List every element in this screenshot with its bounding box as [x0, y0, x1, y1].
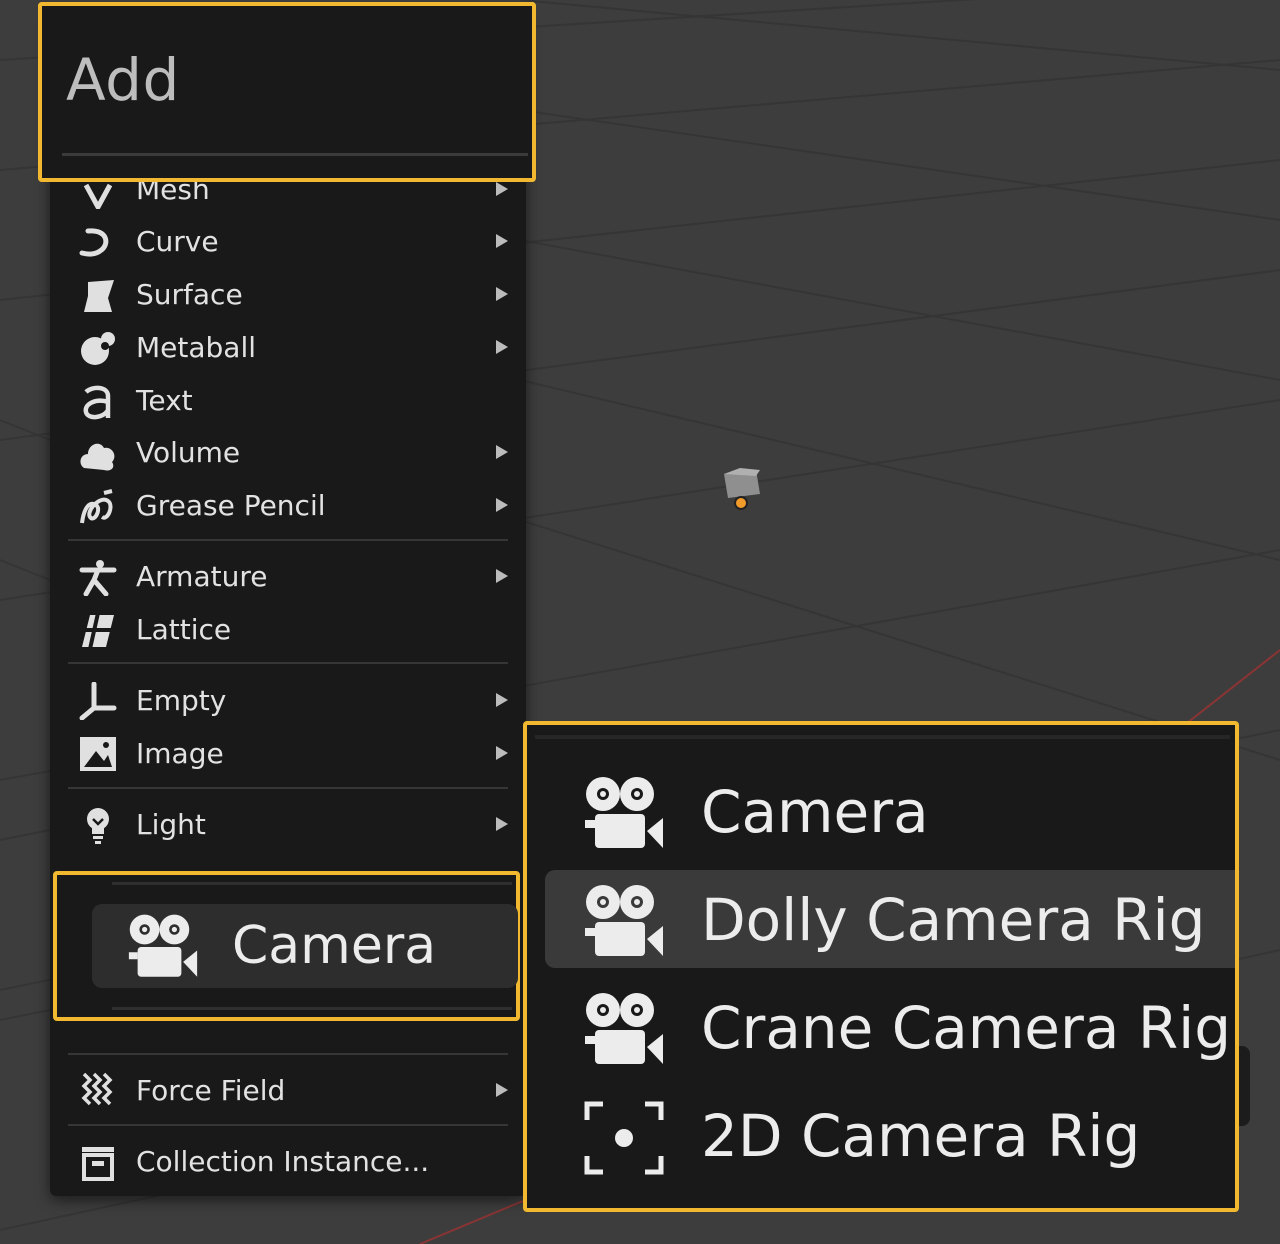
menu-item-curve[interactable]: Curve [68, 218, 508, 264]
submenu-arrow-icon [496, 817, 508, 831]
menu-item-label: Empty [136, 684, 227, 717]
menu-item-label: Metaball [136, 331, 257, 364]
menu-item-metaball[interactable]: Metaball [68, 324, 508, 370]
lattice-icon [78, 611, 118, 649]
submenu-item-camera[interactable]: Camera [545, 762, 1235, 860]
menu-item-label: Text [136, 384, 193, 417]
origin-point [734, 496, 748, 510]
camera-icon [581, 882, 667, 962]
menu-item-surface[interactable]: Surface [68, 271, 508, 317]
metaball-icon [78, 329, 118, 367]
menu-item-label: Image [136, 737, 224, 770]
menu-item-lattice[interactable]: Lattice [68, 606, 508, 652]
menu-item-collection-instance[interactable]: Collection Instance... [68, 1138, 508, 1184]
menu-separator [68, 1053, 508, 1055]
title-highlight-border [38, 2, 536, 182]
submenu-item-2d-camera-rig[interactable]: 2D Camera Rig [545, 1086, 1235, 1184]
submenu-item-label: Dolly Camera Rig [701, 886, 1206, 954]
surface-icon [78, 276, 118, 314]
submenu-item-crane-camera-rig[interactable]: Crane Camera Rig [545, 978, 1235, 1076]
submenu-arrow-icon [496, 693, 508, 707]
submenu-item-dolly-camera-rig[interactable]: Dolly Camera Rig [545, 870, 1235, 968]
menu-item-label: Camera [232, 916, 437, 976]
submenu-arrow-icon [496, 569, 508, 583]
menu-separator [68, 539, 508, 541]
camera-icon [581, 990, 667, 1070]
submenu-arrow-icon [496, 287, 508, 301]
submenu-arrow-icon [496, 340, 508, 354]
armature-icon [78, 558, 118, 596]
menu-item-label: Volume [136, 436, 241, 469]
menu-item-label: Curve [136, 225, 219, 258]
submenu-arrow-icon [496, 1083, 508, 1097]
submenu-arrow-icon [496, 498, 508, 512]
submenu-item-label: Crane Camera Rig [701, 994, 1232, 1062]
submenu-top-edge [535, 735, 1230, 739]
camera-icon [581, 774, 667, 854]
menu-item-label: Surface [136, 278, 243, 311]
menu-item-grease-pencil[interactable]: Grease Pencil [68, 482, 508, 528]
menu-item-label: Force Field [136, 1074, 286, 1107]
collection-instance-icon [78, 1143, 118, 1181]
submenu-arrow-icon [496, 234, 508, 248]
force-field-icon [78, 1072, 118, 1110]
submenu-arrow-icon [496, 182, 508, 196]
menu-item-label: Grease Pencil [136, 489, 326, 522]
cube-object[interactable] [724, 468, 760, 498]
curve-icon [78, 223, 118, 261]
text-icon [78, 382, 118, 420]
grease-pencil-icon [78, 487, 118, 525]
menu-item-label: Light [136, 808, 206, 841]
light-icon [78, 806, 118, 844]
menu-item-force-field[interactable]: Force Field [68, 1067, 508, 1113]
submenu-arrow-icon [496, 445, 508, 459]
menu-item-camera[interactable]: Camera [92, 904, 518, 988]
menu-separator [112, 1007, 512, 1010]
menu-separator [112, 882, 512, 885]
menu-item-empty[interactable]: Empty [68, 677, 508, 723]
menu-item-volume[interactable]: Volume [68, 429, 508, 475]
submenu-arrow-icon [496, 746, 508, 760]
menu-item-light[interactable]: Light [68, 801, 508, 847]
camera-2d-icon [581, 1098, 667, 1178]
menu-item-armature[interactable]: Armature [68, 553, 508, 599]
camera-icon [124, 912, 202, 982]
menu-separator [68, 787, 508, 789]
menu-separator [68, 1124, 508, 1126]
menu-item-image[interactable]: Image [68, 730, 508, 776]
submenu-item-label: 2D Camera Rig [701, 1102, 1141, 1170]
menu-item-label: Collection Instance... [136, 1145, 430, 1178]
menu-item-text[interactable]: Text [68, 377, 508, 423]
empty-icon [78, 682, 118, 720]
menu-item-label: Armature [136, 560, 268, 593]
menu-item-label: Lattice [136, 613, 232, 646]
menu-separator [68, 662, 508, 664]
volume-icon [78, 434, 118, 472]
submenu-item-label: Camera [701, 778, 929, 846]
image-icon [78, 735, 118, 773]
